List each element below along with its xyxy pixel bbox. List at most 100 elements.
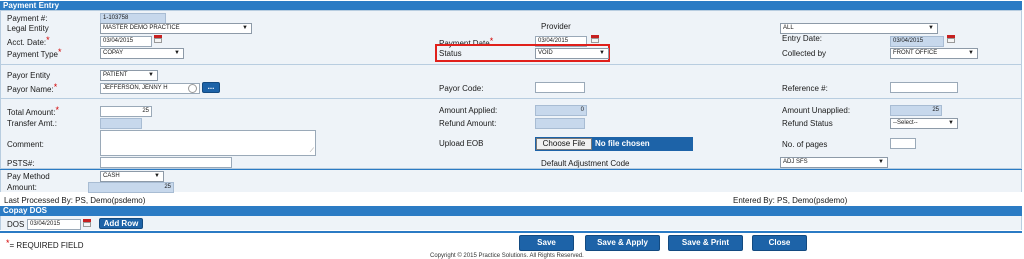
payor-name-label: Payor Name:* <box>7 82 58 94</box>
no-file-chosen-text: No file chosen <box>595 139 650 148</box>
payor-entity-value: PATIENT <box>103 72 128 78</box>
provider-select[interactable]: ALL ▼ <box>780 23 938 34</box>
refund-status-value: --Select-- <box>893 120 918 126</box>
default-adjustment-select[interactable]: ADJ SFS ▼ <box>780 157 888 168</box>
refund-status-label: Refund Status <box>782 119 833 128</box>
copay-dos-title: Copay DOS <box>3 206 48 215</box>
payor-name-field[interactable]: JEFFERSON, JENNY H <box>100 83 200 94</box>
payor-entity-select[interactable]: PATIENT ▼ <box>100 70 158 81</box>
copay-dos-header: Copay DOS <box>0 206 1022 216</box>
refund-amount-field <box>535 118 585 129</box>
dropdown-arrow-icon: ▼ <box>242 25 248 31</box>
no-of-pages-field[interactable] <box>890 138 916 149</box>
legal-entity-label: Legal Entity <box>7 24 49 33</box>
comment-textarea[interactable]: ⟋ <box>100 130 316 156</box>
transfer-amt-label: Transfer Amt.: <box>7 119 57 128</box>
dropdown-arrow-icon: ▼ <box>878 159 884 165</box>
section-divider <box>0 98 1022 99</box>
status-label: Status <box>439 49 462 58</box>
payor-search-button[interactable]: ... <box>202 82 220 93</box>
dropdown-arrow-icon: ▼ <box>599 50 605 56</box>
payment-entry-title: Payment Entry <box>3 1 60 10</box>
dos-field[interactable]: 03/04/2015 <box>27 219 81 230</box>
textarea-resize-icon[interactable]: ⟋ <box>310 148 314 155</box>
reference-label: Reference #: <box>782 84 828 93</box>
upload-eob-label: Upload EOB <box>439 139 484 148</box>
required-field-note: *= REQUIRED FIELD <box>6 238 84 250</box>
save-print-button[interactable]: Save & Print <box>668 235 743 251</box>
refund-status-select[interactable]: --Select-- ▼ <box>890 118 958 129</box>
calendar-icon[interactable] <box>947 35 955 43</box>
amount-applied-label: Amount Applied: <box>439 106 498 115</box>
provider-label: Provider <box>541 22 571 31</box>
amount-unapplied-field: 25 <box>890 105 942 116</box>
required-star: * <box>6 238 10 248</box>
provider-value: ALL <box>783 25 794 31</box>
required-field-text: = REQUIRED FIELD <box>9 241 84 250</box>
file-upload-control[interactable]: Choose File No file chosen <box>535 137 693 151</box>
choose-file-button[interactable]: Choose File <box>536 138 592 150</box>
collected-by-label: Collected by <box>782 49 827 58</box>
copay-dos-panel <box>0 216 1022 230</box>
amount-label: Amount: <box>7 183 37 192</box>
payment-type-label-text: Payment Type <box>7 50 58 59</box>
transfer-amt-field <box>100 118 142 129</box>
dropdown-arrow-icon: ▼ <box>174 50 180 56</box>
comment-label: Comment: <box>7 140 44 149</box>
calendar-icon[interactable] <box>83 219 91 227</box>
refund-amount-label: Refund Amount: <box>439 119 497 128</box>
payor-code-field[interactable] <box>535 82 585 93</box>
add-row-button[interactable]: Add Row <box>99 218 143 229</box>
close-button[interactable]: Close <box>752 235 807 251</box>
amount-unapplied-label: Amount Unapplied: <box>782 106 851 115</box>
payment-type-select[interactable]: COPAY ▼ <box>100 48 184 59</box>
collected-by-select[interactable]: FRONT OFFICE ▼ <box>890 48 978 59</box>
section-divider <box>0 64 1022 65</box>
amount-field: 25 <box>88 182 174 193</box>
default-adjustment-value: ADJ SFS <box>783 159 808 165</box>
status-value: VOID <box>538 50 553 56</box>
required-star: * <box>53 82 58 92</box>
pay-method-select[interactable]: CASH ▼ <box>100 171 164 182</box>
collected-by-value: FRONT OFFICE <box>893 50 938 56</box>
entry-date-field: 03/04/2015 <box>890 36 944 47</box>
payment-type-value: COPAY <box>103 50 124 56</box>
save-button[interactable]: Save <box>519 235 574 251</box>
reference-field[interactable] <box>890 82 958 93</box>
pay-method-divider <box>0 169 1022 170</box>
payor-name-label-text: Payor Name: <box>7 85 54 94</box>
pay-method-value: CASH <box>103 173 120 179</box>
legal-entity-select[interactable]: MASTER DEMO PRACTICE ▼ <box>100 23 252 34</box>
status-select[interactable]: VOID ▼ <box>535 48 609 59</box>
payor-code-label: Payor Code: <box>439 84 484 93</box>
total-amount-label-text: Total Amount: <box>7 108 56 117</box>
no-of-pages-label: No. of pages <box>782 140 828 149</box>
pay-method-label: Pay Method <box>7 172 50 181</box>
payor-entity-label: Payor Entity <box>7 71 51 80</box>
footer-divider <box>0 231 1022 233</box>
payment-entry-header: Payment Entry <box>0 1 1022 10</box>
dropdown-arrow-icon: ▼ <box>154 173 160 179</box>
entry-date-label: Entry Date: <box>782 34 823 43</box>
required-star: * <box>55 105 59 115</box>
psts-label: PSTS#: <box>7 159 35 168</box>
amount-applied-field: 0 <box>535 105 587 116</box>
dropdown-arrow-icon: ▼ <box>928 25 934 31</box>
dos-label: DOS <box>7 220 25 229</box>
copyright-text: Copyright © 2015 Practice Solutions. All… <box>430 253 584 259</box>
calendar-icon[interactable] <box>154 35 162 43</box>
psts-field[interactable] <box>100 157 232 168</box>
save-apply-button[interactable]: Save & Apply <box>585 235 660 251</box>
required-star: * <box>58 47 62 57</box>
payment-type-label: Payment Type* <box>7 47 62 59</box>
calendar-icon[interactable] <box>591 35 599 43</box>
default-adjustment-label: Default Adjustment Code <box>541 159 630 168</box>
dropdown-arrow-icon: ▼ <box>148 72 154 78</box>
total-amount-label: Total Amount:* <box>7 105 59 117</box>
dropdown-arrow-icon: ▼ <box>948 120 954 126</box>
acct-date-field[interactable]: 03/04/2015 <box>100 36 152 47</box>
acct-date-label: Acct. Date:* <box>7 35 50 47</box>
clear-search-icon[interactable] <box>188 84 197 93</box>
legal-entity-value: MASTER DEMO PRACTICE <box>103 25 180 31</box>
total-amount-field[interactable]: 25 <box>100 106 152 117</box>
